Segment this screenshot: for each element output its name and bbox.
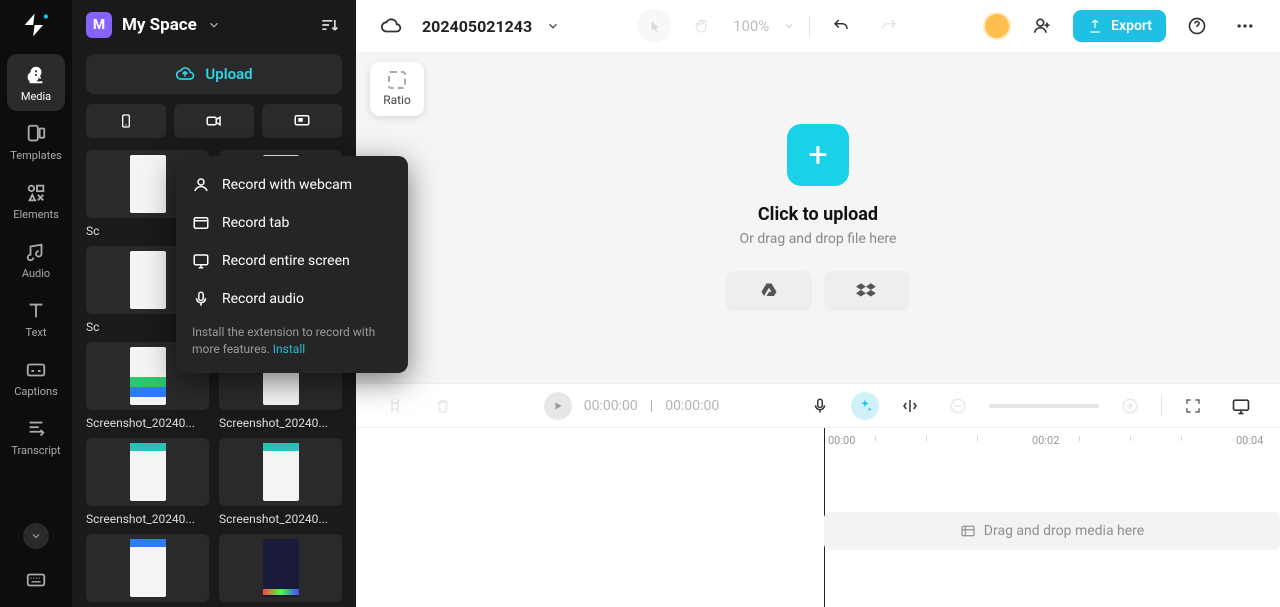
app-logo[interactable] <box>15 10 57 40</box>
source-camera[interactable] <box>174 104 254 138</box>
hand-tool-button[interactable] <box>685 9 719 43</box>
media-panel: M My Space Upload Sc ... Sc <box>72 0 356 607</box>
invite-button[interactable] <box>1025 9 1059 43</box>
timeline-dropzone[interactable]: Drag and drop media here <box>824 512 1280 550</box>
ruler[interactable]: 00:00 00:02 00:04 00:06 <box>356 428 1280 456</box>
ruler-tick: 00:00 <box>828 434 855 447</box>
mic-button[interactable] <box>803 389 837 423</box>
more-menu-button[interactable] <box>1228 9 1262 43</box>
ratio-icon <box>388 71 406 89</box>
undo-button[interactable] <box>824 9 858 43</box>
zoom-slider[interactable] <box>989 404 1099 408</box>
record-popover: Record with webcam Record tab Record ent… <box>176 156 408 373</box>
nav-captions[interactable]: Captions <box>7 349 65 406</box>
nav-label: Text <box>26 326 47 339</box>
dropzone[interactable]: + Click to upload Or drag and drop file … <box>726 124 910 311</box>
ruler-tick: 00:02 <box>1032 434 1059 447</box>
record-audio[interactable]: Record audio <box>176 280 408 318</box>
media-item[interactable]: Screenshot_20240... <box>86 438 209 526</box>
nav-label: Templates <box>10 149 61 162</box>
nav-label: Captions <box>14 385 58 398</box>
ai-button[interactable] <box>851 392 879 420</box>
zoom-level[interactable]: 100% <box>733 17 769 35</box>
cursor-tool-button[interactable] <box>637 9 671 43</box>
dropzone-subtitle: Or drag and drop file here <box>740 231 897 247</box>
record-screen[interactable]: Record entire screen <box>176 242 408 280</box>
nav-text[interactable]: Text <box>7 290 65 347</box>
media-item[interactable] <box>219 534 342 607</box>
canvas: Ratio + Click to upload Or drag and drop… <box>356 52 1280 383</box>
play-button[interactable] <box>544 392 572 420</box>
upload-button[interactable]: Upload <box>86 54 342 94</box>
export-button[interactable]: Export <box>1073 10 1166 42</box>
source-googledrive[interactable] <box>726 271 812 311</box>
project-chevron-icon[interactable] <box>546 19 560 33</box>
nav-rail: Media Templates Elements Audio Text Capt… <box>0 0 72 607</box>
media-item[interactable] <box>86 534 209 607</box>
ruler-tick: 00:04 <box>1236 434 1263 447</box>
timecode-total: 00:00:00 <box>665 398 719 414</box>
ratio-button[interactable]: Ratio <box>370 62 424 116</box>
topbar: 202405021243 100% Export <box>356 0 1280 52</box>
nav-media[interactable]: Media <box>7 54 65 111</box>
user-avatar[interactable] <box>983 12 1011 40</box>
nav-templates[interactable]: Templates <box>7 113 65 170</box>
nav-label: Elements <box>13 208 59 221</box>
record-webcam[interactable]: Record with webcam <box>176 166 408 204</box>
space-name[interactable]: My Space <box>122 15 197 35</box>
timeline[interactable]: 00:00 00:02 00:04 00:06 Drag and drop me… <box>356 427 1280 607</box>
upload-label: Upload <box>205 65 252 83</box>
upload-plus-button[interactable]: + <box>787 124 849 186</box>
zoom-chevron-icon[interactable] <box>783 20 795 32</box>
timecode-current: 00:00:00 <box>584 398 638 414</box>
zoom-out-button[interactable] <box>941 389 975 423</box>
media-item[interactable]: Screenshot_20240... <box>219 438 342 526</box>
delete-button[interactable] <box>426 389 460 423</box>
nav-audio[interactable]: Audio <box>7 231 65 288</box>
install-link[interactable]: Install <box>273 342 305 356</box>
marker-button[interactable] <box>893 389 927 423</box>
space-avatar: M <box>86 12 112 38</box>
source-phone[interactable] <box>86 104 166 138</box>
split-button[interactable] <box>378 389 412 423</box>
help-button[interactable] <box>1180 9 1214 43</box>
present-button[interactable] <box>1224 389 1258 423</box>
nav-elements[interactable]: Elements <box>7 172 65 229</box>
main-area: 202405021243 100% Export Ratio + Click t… <box>356 0 1280 607</box>
source-dropbox[interactable] <box>824 271 910 311</box>
zoom-in-button[interactable] <box>1113 389 1147 423</box>
source-screen[interactable] <box>262 104 342 138</box>
fit-button[interactable] <box>1176 389 1210 423</box>
sort-button[interactable] <box>316 12 342 38</box>
cloud-sync-icon[interactable] <box>374 9 408 43</box>
nav-transcript[interactable]: Transcript <box>7 408 65 465</box>
nav-label: Media <box>21 90 51 103</box>
record-note: Install the extension to record with mor… <box>176 318 408 359</box>
dropzone-title: Click to upload <box>758 204 878 225</box>
record-tab[interactable]: Record tab <box>176 204 408 242</box>
redo-button[interactable] <box>872 9 906 43</box>
keyboard-shortcuts-button[interactable] <box>23 567 49 593</box>
nav-label: Transcript <box>11 444 60 457</box>
nav-more-toggle[interactable] <box>23 523 49 549</box>
project-name[interactable]: 202405021243 <box>422 17 532 36</box>
timecode-sep: | <box>650 398 653 414</box>
controls-bar: 00:00:00 | 00:00:00 <box>356 383 1280 427</box>
nav-label: Audio <box>22 267 50 280</box>
space-chevron-icon[interactable] <box>207 18 221 32</box>
